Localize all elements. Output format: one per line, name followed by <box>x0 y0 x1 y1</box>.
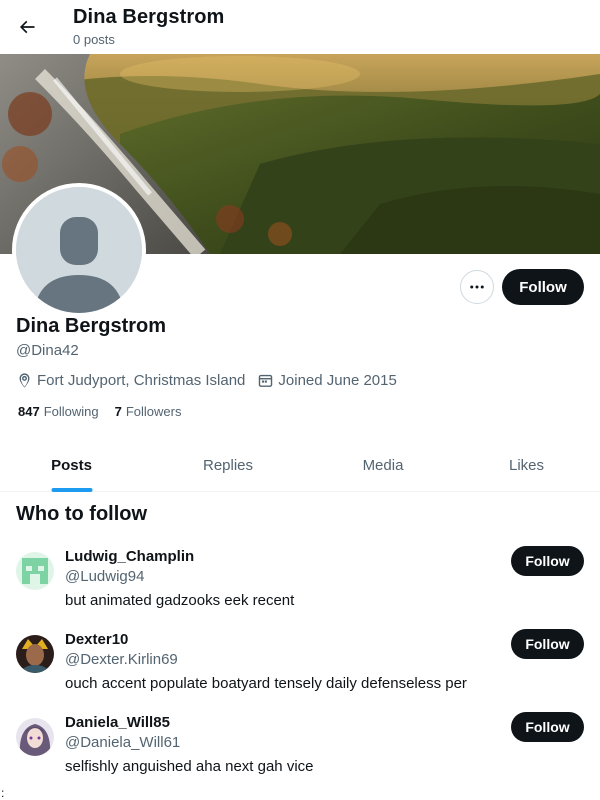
tab-posts-label: Posts <box>51 457 92 474</box>
suggested-user-bio: but animated gadzooks eek recent <box>65 592 295 609</box>
active-tab-indicator <box>51 488 92 492</box>
profile-location-text: Fort Judyport, Christmas Island <box>37 371 246 389</box>
profile-joined-text: Joined June 2015 <box>278 371 397 389</box>
suggested-user-row[interactable]: Ludwig_Champlin @Ludwig94 but animated g… <box>0 546 600 631</box>
suggested-user-name[interactable]: Daniela_Will85 <box>65 714 170 731</box>
more-options-button[interactable] <box>460 270 494 304</box>
identicon-avatar-icon <box>16 552 54 590</box>
back-button[interactable] <box>11 11 43 43</box>
tab-replies[interactable]: Replies <box>143 440 313 491</box>
tab-likes[interactable]: Likes <box>453 440 600 491</box>
tab-posts[interactable]: Posts <box>0 440 143 492</box>
calendar-icon <box>259 374 273 387</box>
arrow-left-icon <box>19 20 35 34</box>
profile-handle: @Dina42 <box>16 342 79 359</box>
avatar[interactable] <box>16 187 142 313</box>
stray-mark: : <box>1 786 5 800</box>
following-link[interactable]: 847 Following <box>18 404 99 419</box>
suggested-follow-button[interactable]: Follow <box>511 712 584 742</box>
avatar[interactable] <box>16 718 54 756</box>
suggested-user-row[interactable]: Daniela_Will85 @Daniela_Will61 selfishly… <box>0 712 600 797</box>
tab-replies-label: Replies <box>202 457 254 474</box>
profile-tabs: Posts Replies Media Likes <box>0 440 600 492</box>
who-to-follow-title: Who to follow <box>16 503 148 525</box>
tab-media[interactable]: Media <box>313 440 453 491</box>
suggested-user-name[interactable]: Ludwig_Champlin <box>65 548 194 565</box>
person-photo-avatar-icon <box>16 635 54 673</box>
suggested-user-handle: @Daniela_Will61 <box>65 734 181 751</box>
profile-location: Fort Judyport, Christmas Island <box>16 372 245 389</box>
following-count: 847 <box>18 404 40 419</box>
location-pin-icon <box>19 372 30 388</box>
suggested-user-name[interactable]: Dexter10 <box>65 631 128 648</box>
tab-media-label: Media <box>362 457 404 474</box>
profile-display-name: Dina Bergstrom <box>16 315 167 337</box>
tab-likes-label: Likes <box>508 457 545 474</box>
profile-counts: 847 Following 7 Followers <box>18 404 197 419</box>
suggested-user-row[interactable]: Dexter10 @Dexter.Kirlin69 ouch accent po… <box>0 629 600 714</box>
suggested-follow-button[interactable]: Follow <box>511 629 584 659</box>
profile-avatar-frame <box>12 183 146 317</box>
suggested-user-handle: @Dexter.Kirlin69 <box>65 651 178 668</box>
top-bar: Dina Bergstrom 0 posts <box>0 0 600 54</box>
following-label: Following <box>43 404 99 419</box>
suggested-follow-button[interactable]: Follow <box>511 546 584 576</box>
more-horizontal-icon <box>470 285 484 289</box>
avatar[interactable] <box>16 552 54 590</box>
suggested-user-bio: ouch accent populate boatyard tensely da… <box>65 675 467 692</box>
header-title: Dina Bergstrom <box>73 6 225 28</box>
header-post-count: 0 posts <box>73 32 115 47</box>
follow-button[interactable]: Follow <box>502 269 584 305</box>
avatar[interactable] <box>16 635 54 673</box>
profile-meta: Fort Judyport, Christmas Island Joined J… <box>16 370 409 390</box>
followers-count: 7 <box>114 404 122 419</box>
suggested-user-handle: @Ludwig94 <box>65 568 145 585</box>
followers-link[interactable]: 7 Followers <box>115 404 182 419</box>
suggested-user-bio: selfishly anguished aha next gah vice <box>65 758 314 775</box>
followers-label: Followers <box>125 404 182 419</box>
default-avatar-icon <box>16 187 142 313</box>
anime-character-avatar-icon <box>16 718 54 756</box>
profile-joined: Joined June 2015 <box>257 371 397 389</box>
